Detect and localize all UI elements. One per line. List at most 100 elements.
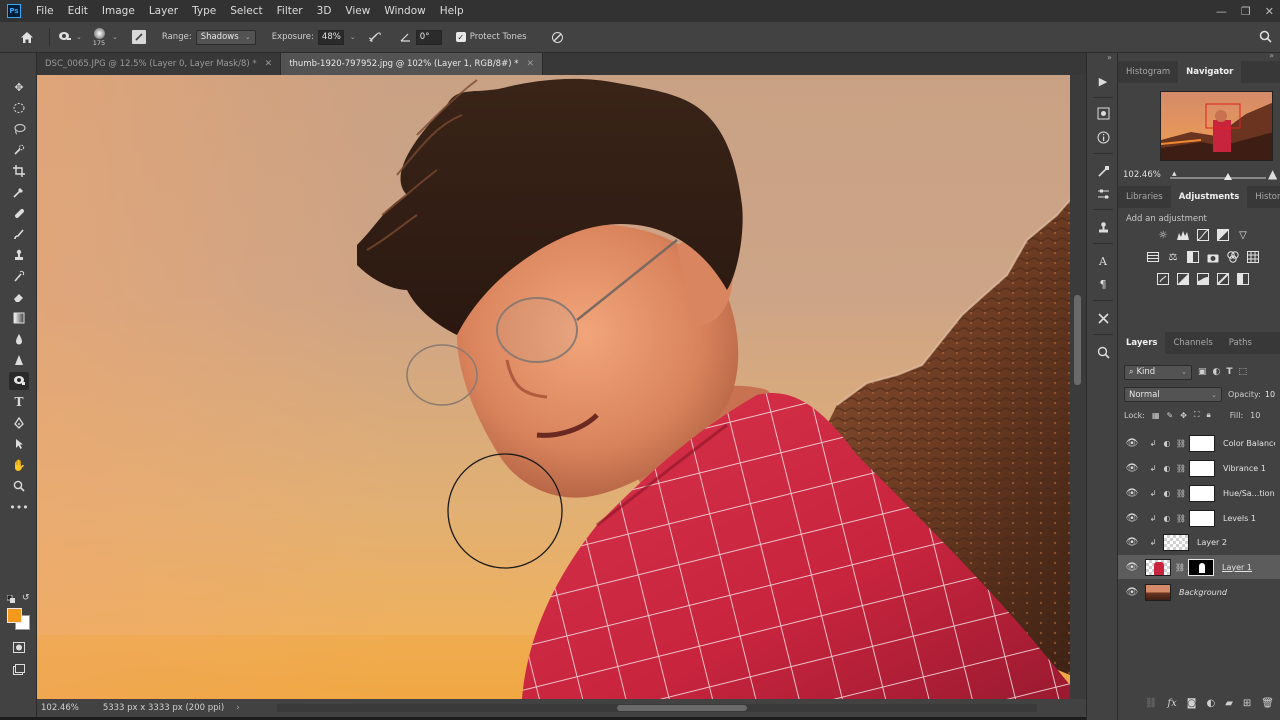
pen-tool-icon[interactable] bbox=[9, 414, 29, 432]
navigator-thumbnail[interactable] bbox=[1160, 91, 1273, 161]
link-chain-icon[interactable]: ⛓ bbox=[1175, 514, 1187, 523]
delete-layer-icon[interactable]: 🗑︎ bbox=[1261, 698, 1274, 709]
tab-histogram[interactable]: Histogram bbox=[1118, 61, 1178, 83]
clone-stamp-tool-icon[interactable] bbox=[9, 246, 29, 264]
tab-layers[interactable]: Layers bbox=[1118, 332, 1166, 354]
clone-source-icon[interactable] bbox=[1095, 219, 1111, 235]
document-tab-active[interactable]: thumb-1920-797952.jpg @ 102% (Layer 1, R… bbox=[281, 53, 544, 75]
layer-mask-thumbnail[interactable] bbox=[1189, 484, 1215, 502]
status-menu-chevron-icon[interactable]: › bbox=[236, 703, 239, 713]
kind-filter-select[interactable]: ⌕ Kind ⌄ bbox=[1124, 364, 1192, 380]
document-tab[interactable]: DSC_0065.JPG @ 12.5% (Layer 0, Layer Mas… bbox=[37, 53, 282, 75]
gradient-map-icon[interactable] bbox=[1216, 272, 1230, 286]
posterize-icon[interactable] bbox=[1176, 272, 1190, 286]
link-chain-icon[interactable]: ⛓ bbox=[1175, 439, 1187, 448]
airbrush-icon[interactable] bbox=[368, 31, 384, 43]
layer-thumbnail[interactable] bbox=[1145, 558, 1171, 576]
brush-tool-icon[interactable] bbox=[9, 225, 29, 243]
zoom-in-large-icon[interactable]: ▲ bbox=[1268, 167, 1277, 181]
menu-help[interactable]: Help bbox=[433, 0, 471, 22]
eraser-tool-icon[interactable] bbox=[9, 288, 29, 306]
levels-icon[interactable] bbox=[1176, 228, 1190, 242]
move-tool-icon[interactable]: ✥ bbox=[9, 78, 29, 96]
menu-view[interactable]: View bbox=[338, 0, 377, 22]
burn-tool-preset-icon[interactable]: ⌄ bbox=[58, 31, 82, 43]
threshold-icon[interactable] bbox=[1196, 272, 1210, 286]
brush-preset-picker[interactable]: 175 bbox=[90, 27, 108, 47]
toggle-brush-settings-icon[interactable] bbox=[131, 30, 146, 44]
black-white-icon[interactable] bbox=[1186, 250, 1200, 264]
layer-thumbnail-transparent[interactable] bbox=[1163, 533, 1189, 551]
document-canvas[interactable] bbox=[37, 75, 1070, 699]
visibility-eye-icon[interactable]: 👁︎ bbox=[1125, 463, 1139, 474]
screen-mode-icon[interactable] bbox=[9, 660, 29, 678]
paragraph-panel-icon[interactable]: ¶ bbox=[1095, 276, 1111, 292]
close-tab-icon[interactable]: ✕ bbox=[526, 59, 534, 69]
invert-icon[interactable] bbox=[1156, 272, 1170, 286]
new-adjustment-layer-icon[interactable]: ◐ bbox=[1206, 698, 1215, 709]
play-actions-icon[interactable]: ▶ bbox=[1095, 73, 1111, 89]
brightness-contrast-icon[interactable]: ☼ bbox=[1156, 228, 1170, 242]
default-colors-icon[interactable] bbox=[6, 594, 15, 603]
menu-image[interactable]: Image bbox=[95, 0, 142, 22]
tab-channels[interactable]: Channels bbox=[1165, 332, 1220, 354]
vibrance-icon[interactable]: ▽ bbox=[1236, 228, 1250, 242]
collapse-right-panels-icon[interactable]: » bbox=[1269, 51, 1274, 60]
path-selection-tool-icon[interactable] bbox=[9, 435, 29, 453]
layer-name[interactable]: Levels 1 bbox=[1223, 514, 1275, 523]
adjustment-sliders-icon[interactable] bbox=[1095, 186, 1111, 202]
layer-mask-thumbnail[interactable] bbox=[1189, 509, 1215, 527]
layer-row-hue-saturation[interactable]: 👁︎ ↲ ◐ ⛓ Hue/Sa...tion bbox=[1118, 481, 1280, 505]
layer-row-vibrance[interactable]: 👁︎ ↲ ◐ ⛓ Vibrance 1 bbox=[1118, 456, 1280, 480]
collapse-panels-icon[interactable]: » bbox=[1107, 53, 1112, 62]
crop-tool-icon[interactable] bbox=[9, 162, 29, 180]
curves-icon[interactable] bbox=[1196, 228, 1210, 242]
color-balance-icon[interactable]: ⚖ bbox=[1166, 250, 1180, 264]
pressure-size-icon[interactable] bbox=[551, 31, 565, 44]
scrollbar-thumb[interactable] bbox=[617, 705, 747, 711]
hand-tool-icon[interactable]: ✋ bbox=[9, 456, 29, 474]
navigator-zoom-icon[interactable] bbox=[1095, 344, 1111, 360]
menu-filter[interactable]: Filter bbox=[270, 0, 310, 22]
exposure-adjust-icon[interactable] bbox=[1216, 228, 1230, 242]
restore-icon[interactable]: ❐ bbox=[1241, 5, 1251, 18]
info-panel-icon[interactable] bbox=[1095, 129, 1111, 145]
chevron-down-icon[interactable]: ⌄ bbox=[112, 33, 118, 41]
scrollbar-thumb[interactable] bbox=[1074, 295, 1081, 385]
lock-artboard-icon[interactable]: ⛶ bbox=[1194, 410, 1200, 420]
layer-name[interactable]: Hue/Sa...tion bbox=[1223, 489, 1275, 498]
selective-color-icon[interactable] bbox=[1236, 272, 1250, 286]
tools-preset-icon[interactable] bbox=[1095, 310, 1111, 326]
link-chain-icon[interactable]: ⛓ bbox=[1175, 464, 1187, 473]
zoom-tool-icon[interactable] bbox=[9, 477, 29, 495]
properties-panel-icon[interactable] bbox=[1095, 105, 1111, 121]
layer-row-background[interactable]: 👁︎ Background bbox=[1118, 580, 1280, 604]
visibility-eye-icon[interactable]: 👁︎ bbox=[1125, 488, 1139, 499]
exposure-slider-chevron-icon[interactable]: ⌄ bbox=[350, 33, 356, 41]
layer-name[interactable]: Vibrance 1 bbox=[1223, 464, 1275, 473]
layer-row-layer-2[interactable]: 👁︎ ↲ Layer 2 bbox=[1118, 530, 1280, 554]
lock-position-icon[interactable]: ✥ bbox=[1180, 411, 1187, 420]
layer-style-fx-icon[interactable]: fx bbox=[1167, 698, 1176, 709]
layer-name[interactable]: Layer 1 bbox=[1222, 563, 1274, 572]
blend-mode-select[interactable]: Normal ⌄ bbox=[1124, 387, 1222, 402]
menu-file[interactable]: File bbox=[29, 0, 61, 22]
visibility-eye-icon[interactable]: 👁︎ bbox=[1125, 587, 1139, 598]
tab-libraries[interactable]: Libraries bbox=[1118, 186, 1171, 208]
layer-row-layer-1[interactable]: 👁︎ ⛓ Layer 1 bbox=[1118, 555, 1280, 579]
marquee-tool-icon[interactable] bbox=[9, 99, 29, 117]
zoom-level[interactable]: 102.46% bbox=[41, 703, 79, 713]
layer-name[interactable]: Layer 2 bbox=[1197, 538, 1249, 547]
more-tools-icon[interactable]: ••• bbox=[9, 498, 29, 516]
angle-input[interactable]: 0° bbox=[415, 29, 442, 45]
lock-transparent-icon[interactable]: ▦ bbox=[1152, 411, 1160, 420]
layer-mask-thumbnail[interactable] bbox=[1189, 459, 1215, 477]
background-thumbnail[interactable] bbox=[1145, 583, 1171, 601]
lasso-tool-icon[interactable] bbox=[9, 120, 29, 138]
new-layer-icon[interactable]: ⊞ bbox=[1243, 698, 1251, 709]
sharpen-tool-icon[interactable] bbox=[9, 351, 29, 369]
visibility-eye-icon[interactable]: 👁︎ bbox=[1125, 537, 1139, 548]
hue-saturation-icon[interactable] bbox=[1146, 250, 1160, 264]
healing-brush-tool-icon[interactable] bbox=[9, 204, 29, 222]
brush-settings-icon[interactable] bbox=[1095, 163, 1111, 179]
